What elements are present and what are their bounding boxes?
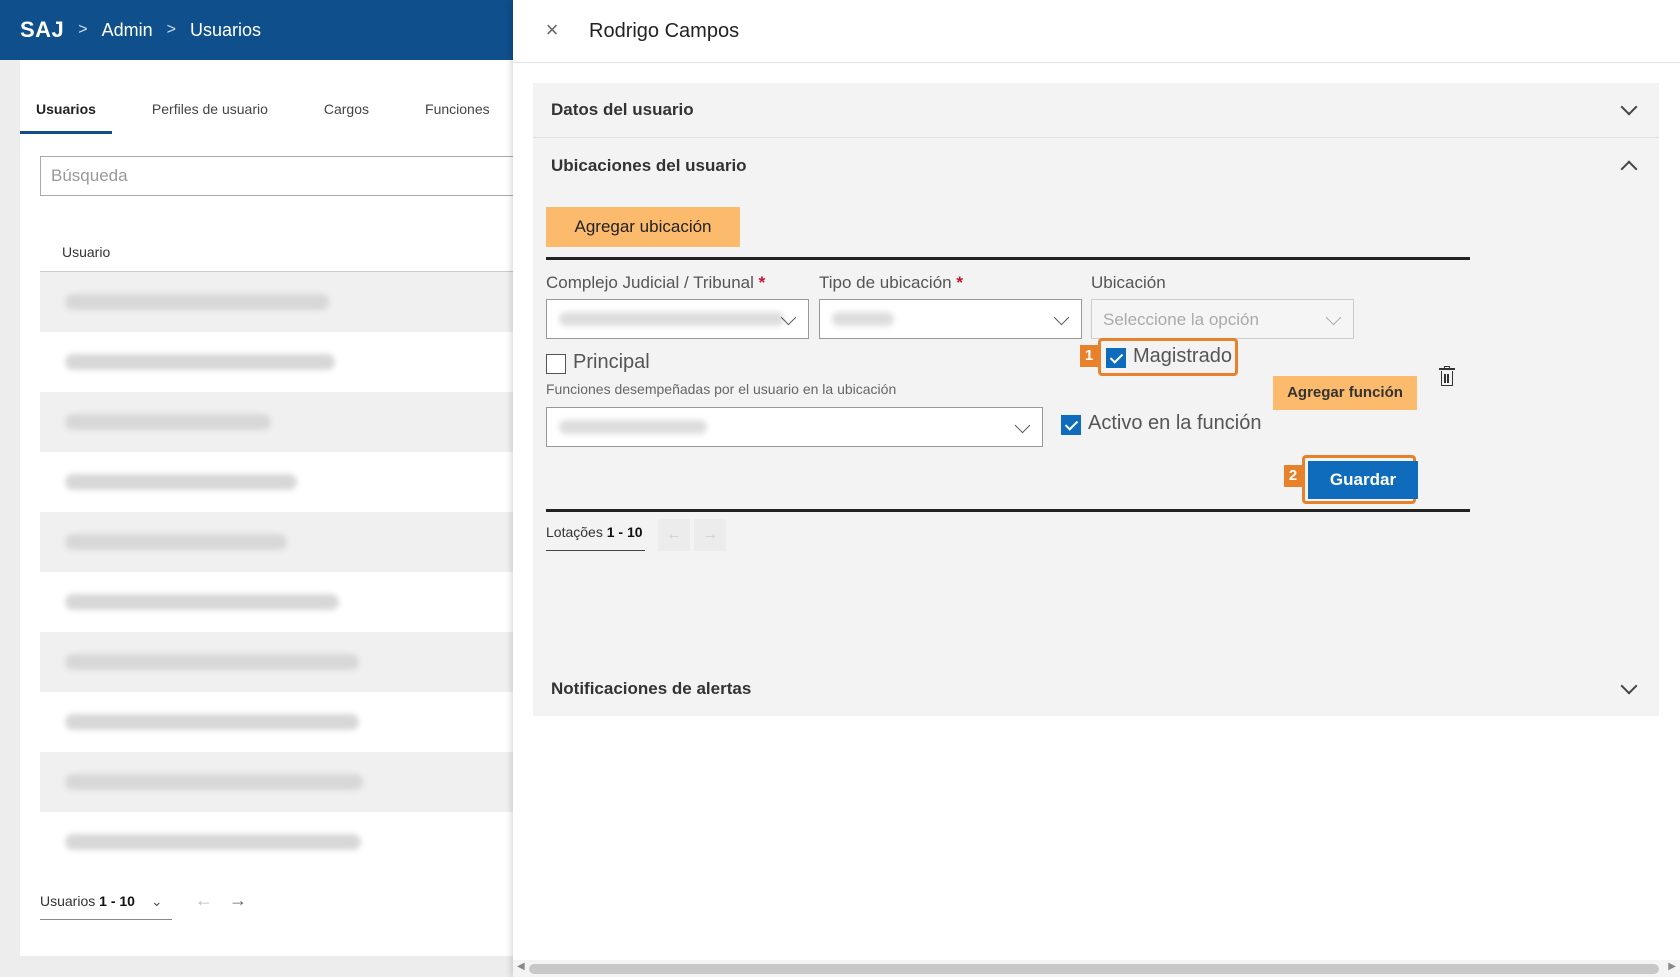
table-row[interactable] <box>40 692 540 752</box>
blurred-user-name <box>65 654 359 670</box>
blurred-value <box>832 312 894 326</box>
ubicacion-placeholder: Seleccione la opción <box>1103 310 1259 329</box>
divider <box>546 509 1470 512</box>
blurred-user-name <box>65 714 359 730</box>
table-row[interactable] <box>40 632 540 692</box>
accordion: Datos del usuario Ubicaciones del usuari… <box>533 83 1659 716</box>
chevron-down-icon <box>1014 417 1031 434</box>
complejo-select[interactable] <box>546 299 809 339</box>
breadcrumb-usuarios[interactable]: Usuarios <box>190 20 261 41</box>
pager-label: Usuarios <box>40 893 96 909</box>
chevron-right-icon: > <box>166 21 177 38</box>
tipo-label-text: Tipo de ubicación <box>819 273 952 292</box>
tab-funciones[interactable]: Funciones <box>409 90 506 134</box>
magistrado-label: Magistrado <box>1133 345 1232 367</box>
ubicaciones-body: Agregar ubicación Complejo Judicial / Tr… <box>533 193 1659 661</box>
scroll-left-icon[interactable]: ◀ <box>517 961 525 972</box>
section-title: Notificaciones de alertas <box>551 678 752 698</box>
chevron-down-icon <box>1053 309 1070 326</box>
complejo-label-text: Complejo Judicial / Tribunal <box>546 273 754 292</box>
scrollbar-thumb[interactable] <box>529 964 1659 974</box>
blurred-user-name <box>65 474 297 490</box>
section-ubicaciones[interactable]: Ubicaciones del usuario <box>533 138 1659 193</box>
pager-label: Lotações <box>546 524 603 540</box>
table-row[interactable] <box>40 392 540 452</box>
table-row[interactable] <box>40 812 540 872</box>
users-pager[interactable]: Usuarios 1 - 10 ⌄ <box>40 886 172 920</box>
table-row[interactable] <box>40 332 540 392</box>
save-button[interactable]: Guardar <box>1308 461 1418 499</box>
horizontal-scrollbar[interactable]: ◀ ▶ <box>513 960 1680 977</box>
ubicacion-select[interactable]: Seleccione la opción <box>1091 299 1354 339</box>
tab-usuarios[interactable]: Usuarios <box>20 90 112 134</box>
pager-arrows: ← → <box>195 890 247 911</box>
tab-bar: Usuarios Perfiles de usuario Cargos Func… <box>20 90 530 134</box>
blurred-value <box>559 312 784 326</box>
pager-range: 1 - 10 <box>99 893 135 909</box>
step-badge-2: 2 <box>1284 465 1302 487</box>
divider <box>546 257 1470 260</box>
arrow-right-icon[interactable]: → <box>229 890 247 910</box>
arrow-left-icon[interactable]: ← <box>658 519 690 551</box>
complejo-label: Complejo Judicial / Tribunal * <box>546 273 765 293</box>
chevron-down-icon <box>780 309 797 326</box>
app-logo[interactable]: SAJ <box>20 17 64 43</box>
blurred-user-name <box>65 414 271 430</box>
trash-icon[interactable] <box>1439 366 1455 386</box>
step-badge-1: 1 <box>1080 345 1098 367</box>
principal-label: Principal <box>573 351 650 373</box>
table-row[interactable] <box>40 752 540 812</box>
funciones-label: Funciones desempeñadas por el usuario en… <box>546 381 897 397</box>
column-header-usuario[interactable]: Usuario <box>40 232 540 272</box>
close-icon[interactable]: × <box>541 19 563 42</box>
blurred-user-name <box>65 354 335 370</box>
section-title: Datos del usuario <box>551 100 694 119</box>
blurred-user-name <box>65 294 329 310</box>
required-mark: * <box>758 273 766 292</box>
funciones-select[interactable] <box>546 407 1043 447</box>
chevron-down-icon <box>1325 309 1342 326</box>
required-mark: * <box>956 273 963 292</box>
scroll-right-icon[interactable]: ▶ <box>1668 961 1676 972</box>
arrow-right-icon[interactable]: → <box>694 519 726 551</box>
table-row[interactable] <box>40 452 540 512</box>
principal-checkbox[interactable] <box>546 354 566 374</box>
tipo-label: Tipo de ubicación * <box>819 273 963 293</box>
pager-range: 1 - 10 <box>606 524 643 540</box>
chevron-down-icon[interactable] <box>1620 98 1638 116</box>
activo-checkbox[interactable] <box>1061 415 1081 435</box>
chevron-down-icon[interactable]: ⌄ <box>151 893 163 909</box>
add-location-button[interactable]: Agregar ubicación <box>546 207 740 247</box>
drawer-title: Rodrigo Campos <box>589 19 740 42</box>
tipo-select[interactable] <box>819 299 1082 339</box>
chevron-up-icon[interactable] <box>1620 160 1638 177</box>
section-notificaciones[interactable]: Notificaciones de alertas <box>533 661 1659 716</box>
blurred-user-name <box>65 534 287 550</box>
activo-label: Activo en la función <box>1088 412 1262 434</box>
ubicacion-label: Ubicación <box>1091 273 1166 292</box>
users-table-body <box>40 272 540 872</box>
drawer-header: × Rodrigo Campos <box>513 0 1680 63</box>
blurred-user-name <box>65 774 363 790</box>
tab-perfiles[interactable]: Perfiles de usuario <box>136 90 284 134</box>
chevron-down-icon[interactable] <box>1620 677 1638 694</box>
chevron-right-icon: > <box>78 21 88 38</box>
user-detail-drawer: × Rodrigo Campos Datos del usuario Ubica… <box>513 0 1680 977</box>
blurred-user-name <box>65 834 361 850</box>
locations-pager[interactable]: Lotações 1 - 10 <box>546 517 645 551</box>
table-row[interactable] <box>40 572 540 632</box>
blurred-value <box>559 420 707 434</box>
table-row[interactable] <box>40 272 540 332</box>
breadcrumb-admin[interactable]: Admin <box>102 20 153 41</box>
section-title: Ubicaciones del usuario <box>551 155 747 175</box>
add-function-button[interactable]: Agregar función <box>1273 376 1417 410</box>
blurred-user-name <box>65 594 339 610</box>
magistrado-checkbox[interactable] <box>1106 348 1126 368</box>
table-row[interactable] <box>40 512 540 572</box>
search-input[interactable]: Búsqueda <box>40 156 560 196</box>
section-datos-usuario[interactable]: Datos del usuario <box>533 83 1659 138</box>
arrow-left-icon[interactable]: ← <box>195 890 213 910</box>
tab-cargos[interactable]: Cargos <box>308 90 385 134</box>
